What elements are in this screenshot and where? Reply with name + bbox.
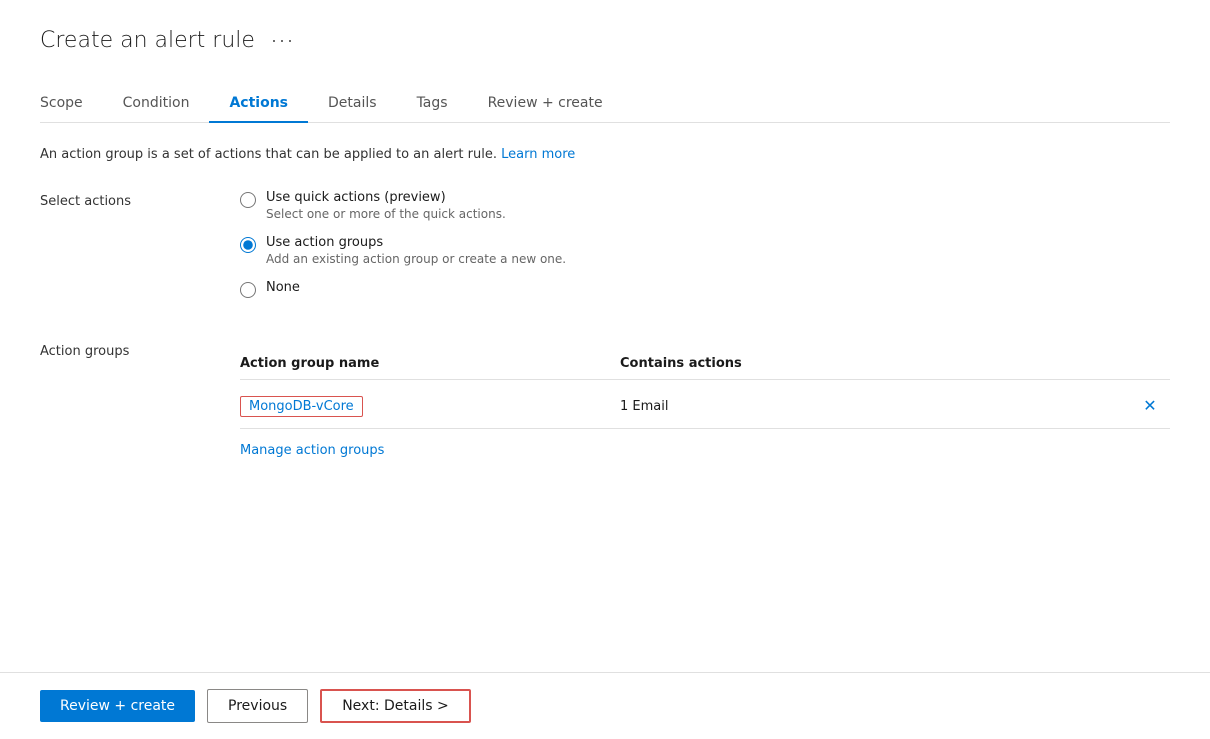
col-actions-header: Contains actions (620, 356, 1130, 371)
select-actions-controls: Use quick actions (preview) Select one o… (240, 190, 1170, 312)
table-row: MongoDB-vCore 1 Email ✕ (240, 384, 1170, 429)
col-name-header: Action group name (240, 356, 620, 371)
quick-actions-desc: Select one or more of the quick actions. (266, 207, 506, 221)
tab-tags[interactable]: Tags (397, 85, 468, 123)
action-group-actions-cell: 1 Email (620, 399, 1130, 414)
tab-details[interactable]: Details (308, 85, 397, 123)
radio-action-groups-input[interactable] (240, 237, 256, 253)
action-groups-row: Action groups Action group name Contains… (40, 340, 1170, 458)
quick-actions-title: Use quick actions (preview) (266, 190, 506, 205)
tab-condition[interactable]: Condition (103, 85, 210, 123)
radio-none[interactable]: None (240, 280, 1170, 298)
radio-quick-actions-input[interactable] (240, 192, 256, 208)
next-details-button[interactable]: Next: Details > (320, 689, 471, 723)
manage-action-groups-link[interactable]: Manage action groups (240, 443, 384, 458)
description-text: An action group is a set of actions that… (40, 147, 497, 162)
page-title: Create an alert rule (40, 28, 255, 53)
select-actions-row: Select actions Use quick actions (previe… (40, 190, 1170, 312)
action-groups-label: Action groups (40, 340, 240, 359)
tab-scope[interactable]: Scope (40, 85, 103, 123)
ellipsis-menu-button[interactable]: ··· (267, 30, 299, 51)
delete-action-group-button[interactable]: ✕ (1141, 394, 1158, 418)
tabs-nav: Scope Condition Actions Details Tags Rev… (40, 85, 1170, 123)
learn-more-link[interactable]: Learn more (501, 147, 575, 162)
select-actions-label: Select actions (40, 190, 240, 209)
tab-actions[interactable]: Actions (209, 85, 308, 123)
action-group-name-cell: MongoDB-vCore (240, 396, 620, 417)
tab-review-create[interactable]: Review + create (468, 85, 623, 123)
footer: Review + create Previous Next: Details > (0, 672, 1210, 739)
radio-action-groups[interactable]: Use action groups Add an existing action… (240, 235, 1170, 266)
action-group-delete-cell: ✕ (1130, 394, 1170, 418)
previous-button[interactable]: Previous (207, 689, 308, 723)
radio-none-input[interactable] (240, 282, 256, 298)
table-header: Action group name Contains actions (240, 348, 1170, 380)
none-title: None (266, 280, 300, 295)
review-create-button[interactable]: Review + create (40, 690, 195, 722)
action-group-link[interactable]: MongoDB-vCore (240, 396, 363, 417)
action-groups-desc: Add an existing action group or create a… (266, 252, 566, 266)
action-group-description: An action group is a set of actions that… (40, 147, 1170, 162)
radio-quick-actions[interactable]: Use quick actions (preview) Select one o… (240, 190, 1170, 221)
action-groups-section: Action group name Contains actions Mongo… (240, 348, 1170, 458)
action-groups-title: Use action groups (266, 235, 566, 250)
